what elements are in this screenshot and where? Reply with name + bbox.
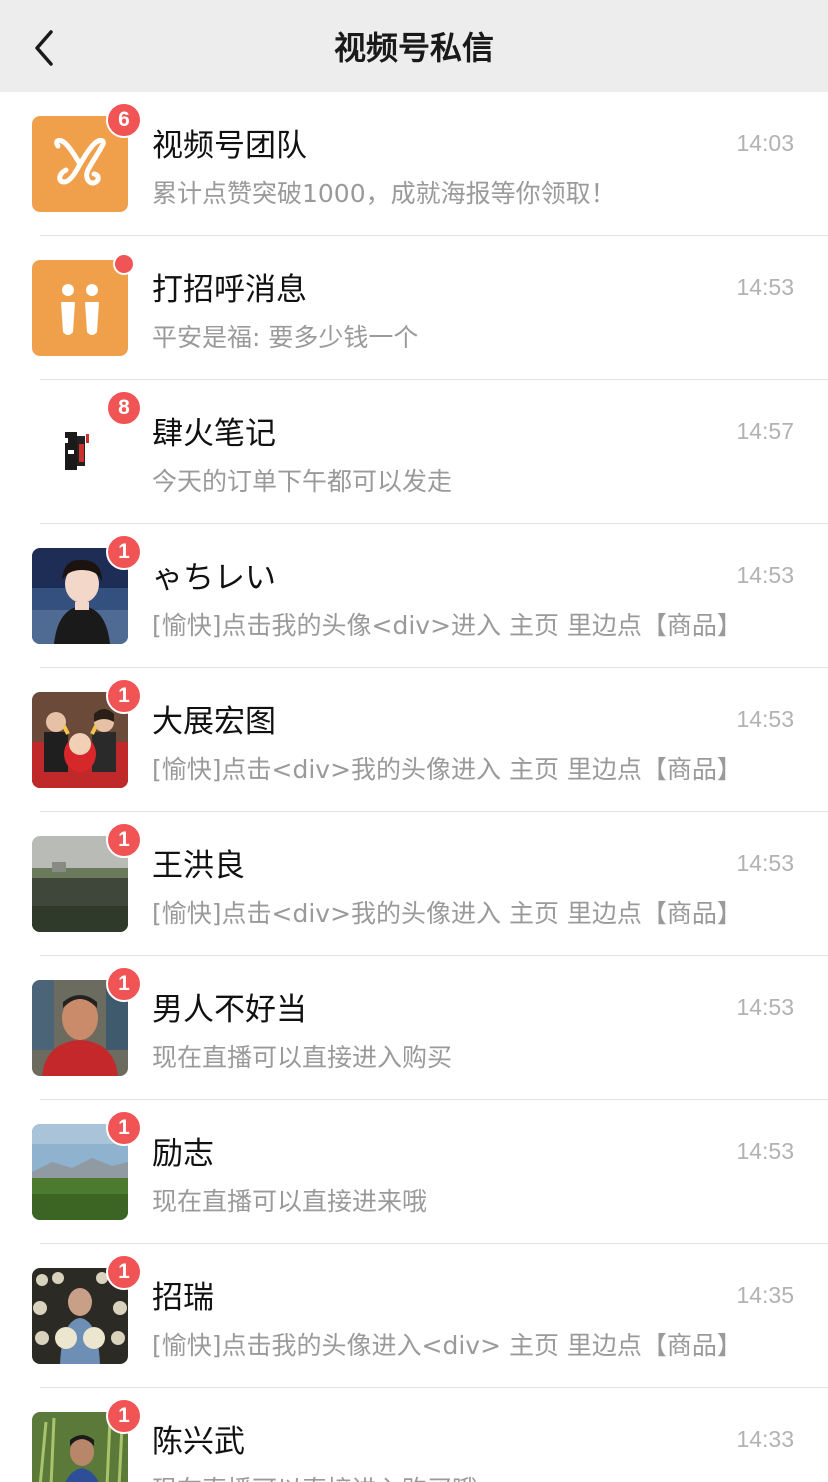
- message-time: 14:57: [736, 418, 794, 444]
- conversation-row[interactable]: 打招呼消息 14:53 平安是福: 要多少钱一个: [0, 236, 828, 380]
- unread-badge: 1: [106, 534, 142, 570]
- message-time: 14:03: [736, 130, 794, 156]
- message-preview: [愉快]点击我的头像进入<div> 主页 里边点【商品】: [152, 1331, 742, 1360]
- conversation-row[interactable]: 1 陈兴武 14:33 现在直播可以直接进入购买哦: [0, 1388, 828, 1482]
- contact-name: 王洪良: [152, 848, 245, 884]
- unread-badge: 1: [106, 1254, 142, 1290]
- conversation-row[interactable]: 8 肆火笔记 14:57 今天的订单下午都可以发走: [0, 380, 828, 524]
- message-time: 14:53: [736, 1138, 794, 1164]
- avatar: [32, 260, 128, 356]
- conversation-list: 6 视频号团队 14:03 累计点赞突破1000，成就海报等你领取！ 打招呼消息…: [0, 92, 828, 1482]
- contact-name: 陈兴武: [152, 1424, 245, 1460]
- message-time: 14:53: [736, 706, 794, 732]
- contact-name: 打招呼消息: [152, 272, 307, 308]
- message-preview: 累计点赞突破1000，成就海报等你领取！: [152, 179, 616, 208]
- contact-name: ゃちレい: [152, 560, 276, 596]
- message-preview: [愉快]点击我的头像<div>进入 主页 里边点【商品】: [152, 611, 742, 640]
- message-time: 14:53: [736, 562, 794, 588]
- unread-badge: 6: [106, 102, 142, 138]
- unread-dot: [113, 253, 135, 275]
- conversation-row[interactable]: 1 励志 14:53 现在直播可以直接进来哦: [0, 1100, 828, 1244]
- contact-name: 招瑞: [152, 1280, 214, 1316]
- message-time: 14:53: [736, 850, 794, 876]
- conversation-row[interactable]: 6 视频号团队 14:03 累计点赞突破1000，成就海报等你领取！: [0, 92, 828, 236]
- unread-badge: 1: [106, 1110, 142, 1146]
- message-time: 14:35: [736, 1282, 794, 1308]
- conversation-row[interactable]: 1 大展宏图 14:53 [愉快]点击<div>我的头像进入 主页 里边点【商品…: [0, 668, 828, 812]
- conversation-row[interactable]: 1 男人不好当 14:53 现在直播可以直接进入购买: [0, 956, 828, 1100]
- conversation-row[interactable]: 1 招瑞 14:35 [愉快]点击我的头像进入<div> 主页 里边点【商品】: [0, 1244, 828, 1388]
- unread-badge: 1: [106, 822, 142, 858]
- contact-name: 励志: [152, 1136, 214, 1172]
- contact-name: 肆火笔记: [152, 416, 276, 452]
- message-preview: 今天的订单下午都可以发走: [152, 467, 453, 496]
- conversation-row[interactable]: 1 王洪良 14:53 [愉快]点击<div>我的头像进入 主页 里边点【商品】: [0, 812, 828, 956]
- unread-badge: 1: [106, 966, 142, 1002]
- unread-badge: 8: [106, 390, 142, 426]
- message-preview: 现在直播可以直接进入购买哦: [152, 1470, 780, 1482]
- nav-bar: 视频号私信: [0, 0, 828, 92]
- conversation-row[interactable]: 1 ゃちレい 14:53 [愉快]点击我的头像<div>进入 主页 里边点【商品…: [0, 524, 828, 668]
- contact-name: 男人不好当: [152, 992, 307, 1028]
- contact-name: 视频号团队: [152, 128, 307, 164]
- message-time: 14:53: [736, 994, 794, 1020]
- unread-badge: 1: [106, 1398, 142, 1434]
- message-preview: 现在直播可以直接进入购买: [152, 1043, 453, 1072]
- page-title: 视频号私信: [333, 29, 494, 67]
- message-time: 14:53: [736, 274, 794, 300]
- message-time: 14:33: [736, 1426, 794, 1452]
- unread-badge: 1: [106, 678, 142, 714]
- contact-name: 大展宏图: [152, 704, 276, 740]
- greeting-icon: [32, 260, 128, 356]
- message-preview: [愉快]点击<div>我的头像进入 主页 里边点【商品】: [152, 899, 742, 928]
- message-preview: [愉快]点击<div>我的头像进入 主页 里边点【商品】: [152, 755, 742, 784]
- message-preview: 平安是福: 要多少钱一个: [152, 323, 419, 352]
- message-preview: 现在直播可以直接进来哦: [152, 1187, 428, 1216]
